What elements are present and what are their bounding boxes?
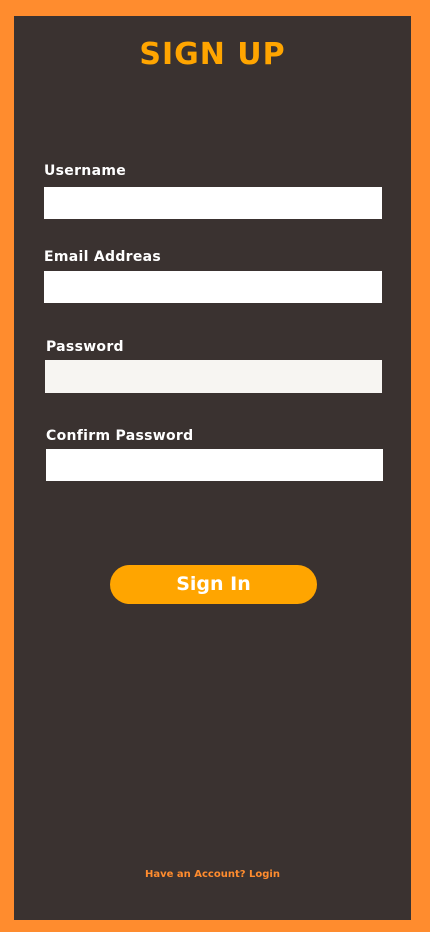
password-label: Password <box>46 339 124 355</box>
sign-in-button[interactable]: Sign In <box>110 565 317 604</box>
confirm-password-input[interactable] <box>46 449 383 481</box>
username-label: Username <box>44 163 126 179</box>
confirm-password-label: Confirm Password <box>46 428 194 444</box>
signup-panel: SIGN UP Username Email Addreas Password … <box>14 16 411 920</box>
page-title: SIGN UP <box>139 37 286 72</box>
password-input[interactable] <box>45 360 382 393</box>
login-link[interactable]: Have an Account? Login <box>145 869 280 880</box>
username-input[interactable] <box>44 187 382 219</box>
email-input[interactable] <box>44 271 382 303</box>
email-label: Email Addreas <box>44 249 162 265</box>
login-link-container: Have an Account? Login <box>14 868 411 882</box>
